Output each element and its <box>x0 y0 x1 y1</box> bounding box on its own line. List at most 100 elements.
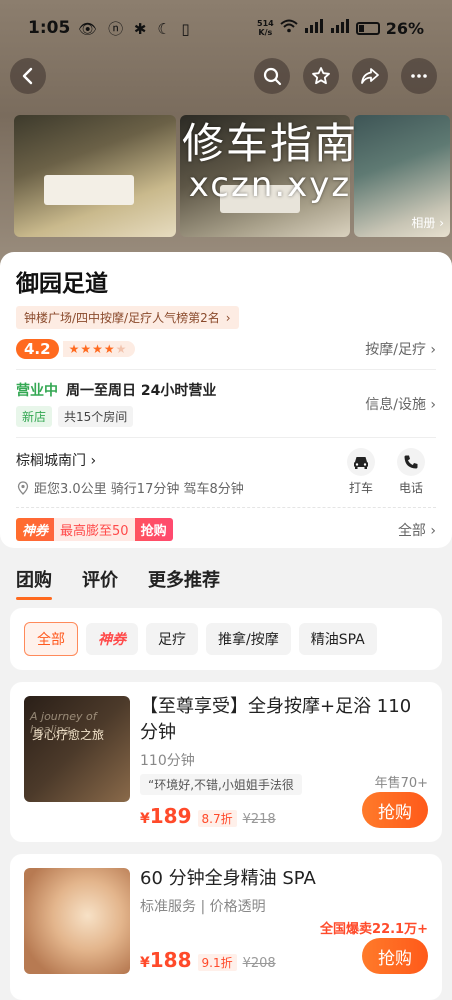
watermark-title: 修车指南 <box>182 119 359 168</box>
address-text[interactable]: 棕榈城南门 › <box>16 450 336 470</box>
ranking-text: 钟楼广场/四中按摩/足疗人气榜第2名 <box>24 311 220 325</box>
hours-section[interactable]: 营业中 周一至周日 24小时营业 新店 共15个房间 信息/设施 › <box>16 380 436 427</box>
shop-tags: 新店 共15个房间 <box>16 406 365 427</box>
divider <box>16 369 436 370</box>
deal-title[interactable]: 60 分钟全身精油 SPA <box>140 866 428 892</box>
price-row: ¥189 8.7折 ¥218 <box>140 804 276 828</box>
coupon-text: 最高膨至50 <box>54 518 135 541</box>
net-speed: 514 K/s <box>257 19 274 37</box>
wifi-icon <box>280 19 298 37</box>
share-icon <box>361 68 379 84</box>
deal-title[interactable]: 【至尊享受】全身按摩+足浴 110分钟 <box>140 694 428 746</box>
original-price: ¥208 <box>242 956 276 971</box>
empty-star: ★ <box>115 342 128 356</box>
gallery-photo[interactable]: 相册 › <box>354 115 450 237</box>
taxi-label: 打车 <box>348 481 373 495</box>
battery-level: 26% <box>385 18 424 38</box>
album-link[interactable]: 相册 › <box>411 214 444 231</box>
tab-reviews[interactable]: 评价 <box>82 566 118 592</box>
filter-chip-spa[interactable]: 精油SPA <box>298 623 377 655</box>
gallery-photo[interactable] <box>14 115 176 237</box>
search-button[interactable] <box>254 58 290 94</box>
watermark: 修车指南 xczn.xyz <box>182 110 358 205</box>
distance-row: 距您3.0公里 骑行17分钟 驾车8分钟 <box>16 478 336 497</box>
distance-text: 距您3.0公里 骑行17分钟 驾车8分钟 <box>34 482 244 497</box>
price-value: 188 <box>149 948 192 972</box>
info-facilities-link[interactable]: 信息/设施 › <box>365 394 436 414</box>
net-speed-value: 514 <box>257 19 274 28</box>
deal-duration: 110分钟 <box>140 753 195 769</box>
filter-bar: 全部 神券 足疗 推拿/按摩 精油SPA <box>10 608 442 670</box>
tab-more-recommendations[interactable]: 更多推荐 <box>148 566 220 592</box>
coupon-all-link[interactable]: 全部 › <box>398 520 436 540</box>
status-bar: 1:05 👁 ⓝ ✱ ☾ ▯ 514 K/s 26% <box>0 0 452 56</box>
filter-chip-foot[interactable]: 足疗 <box>146 623 198 655</box>
original-price: ¥218 <box>242 812 276 827</box>
net-speed-unit: K/s <box>258 28 273 37</box>
business-hours: 周一至周日 24小时营业 <box>66 383 217 399</box>
thumbnail-caption: 身心疗愈之旅 <box>32 728 105 742</box>
signal-icon-2 <box>330 19 350 37</box>
open-status: 营业中 <box>16 383 58 399</box>
divider <box>16 437 436 438</box>
hours-row: 营业中 周一至周日 24小时营业 <box>16 380 365 400</box>
price-row: ¥188 9.1折 ¥208 <box>140 948 276 972</box>
rating-stars: ★★★★★ <box>62 341 136 357</box>
location-pin-icon <box>17 480 29 495</box>
address-section: 棕榈城南门 › 距您3.0公里 骑行17分钟 驾车8分钟 打车 电话 <box>16 448 436 497</box>
rooms-tag: 共15个房间 <box>58 406 134 427</box>
chevron-right-icon: › <box>225 310 231 325</box>
coupon-row[interactable]: 神券 最高膨至50 抢购 全部 › <box>16 518 436 541</box>
deal-card[interactable]: A journey of healing 身心疗愈之旅 【至尊享受】全身按摩+足… <box>10 682 442 842</box>
section-tabs: 团购 评价 更多推荐 <box>16 566 220 600</box>
currency-symbol: ¥ <box>140 955 150 971</box>
rating-row: 4.2 ★★★★★ 按摩/足疗 › <box>16 339 436 359</box>
search-icon <box>263 67 282 86</box>
signal-icon <box>304 19 324 37</box>
ranking-badge[interactable]: 钟楼广场/四中按摩/足疗人气榜第2名 › <box>16 306 239 329</box>
favorite-button[interactable] <box>303 58 339 94</box>
filled-stars: ★★★★ <box>68 342 116 356</box>
deal-price: ¥189 <box>140 804 192 828</box>
deal-price: ¥188 <box>140 948 192 972</box>
buy-button[interactable]: 抢购 <box>362 792 428 828</box>
shop-name: 御园足道 <box>16 271 108 297</box>
dashed-divider <box>16 507 436 508</box>
hours-left: 营业中 周一至周日 24小时营业 新店 共15个房间 <box>16 380 365 427</box>
deal-review-snippet: “环境好,不错,小姐姐手法很 <box>140 774 302 795</box>
discount-badge: 8.7折 <box>197 810 237 827</box>
address-left[interactable]: 棕榈城南门 › 距您3.0公里 骑行17分钟 驾车8分钟 <box>16 448 336 497</box>
watermark-url: xczn.xyz <box>188 165 352 205</box>
more-dots-icon <box>411 74 427 78</box>
share-button[interactable] <box>352 58 388 94</box>
taxi-button[interactable]: 打车 <box>336 448 386 496</box>
status-right: 514 K/s 26% <box>257 19 424 38</box>
battery-icon <box>355 21 380 35</box>
coupon-action: 抢购 <box>140 524 167 539</box>
filter-chip-all[interactable]: 全部 <box>24 622 78 656</box>
car-icon <box>347 448 375 476</box>
sales-count: 年售70+ <box>374 776 428 791</box>
coupon-badge[interactable]: 神券 最高膨至50 抢购 <box>16 518 173 541</box>
discount-badge: 9.1折 <box>197 954 237 971</box>
sales-count: 全国爆卖22.1万+ <box>320 922 428 937</box>
coupon-brand: 神券 <box>22 524 49 539</box>
more-button[interactable] <box>401 58 437 94</box>
buy-button[interactable]: 抢购 <box>362 938 428 974</box>
back-button[interactable] <box>10 58 46 94</box>
deal-thumbnail[interactable]: A journey of healing 身心疗愈之旅 <box>24 696 130 802</box>
status-icons: 👁 ⓝ ✱ ☾ ▯ <box>78 19 193 38</box>
price-value: 189 <box>149 804 192 828</box>
new-shop-tag: 新店 <box>16 406 53 427</box>
phone-button[interactable]: 电话 <box>386 448 436 496</box>
tab-group-buy[interactable]: 团购 <box>16 566 52 600</box>
back-arrow-icon <box>22 67 33 85</box>
phone-label: 电话 <box>398 481 423 495</box>
status-time: 1:05 <box>28 18 71 38</box>
filter-chip-coupon[interactable]: 神券 <box>86 623 138 655</box>
filter-chip-massage[interactable]: 推拿/按摩 <box>206 623 291 655</box>
category-link[interactable]: 按摩/足疗 › <box>365 339 436 359</box>
rating-score: 4.2 <box>16 339 59 359</box>
deal-card[interactable]: 60 分钟全身精油 SPA 标准服务 | 价格透明 全国爆卖22.1万+ ¥18… <box>10 854 442 1000</box>
deal-thumbnail[interactable] <box>24 868 130 974</box>
